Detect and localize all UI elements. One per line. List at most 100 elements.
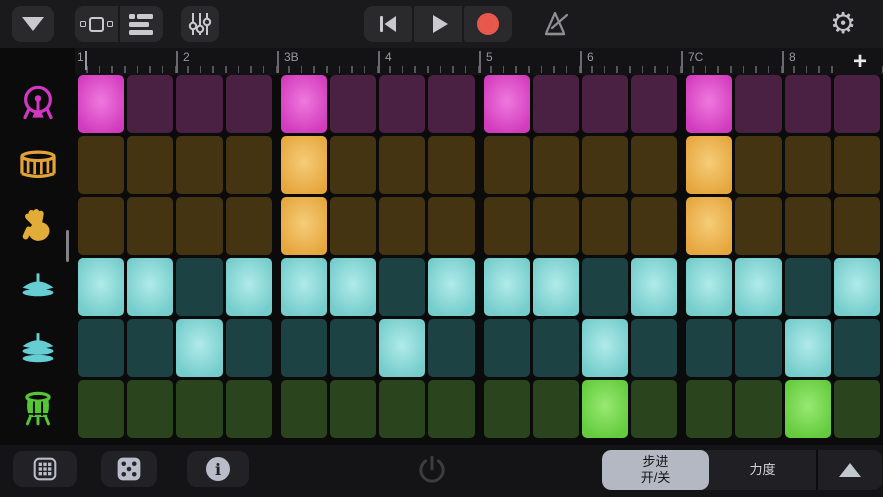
step-cell-kick-12[interactable] [631, 75, 677, 133]
step-cell-hihat-closed-7[interactable] [379, 258, 425, 316]
step-cell-conga-4[interactable] [226, 380, 272, 438]
keypad-button[interactable] [13, 451, 77, 487]
step-cell-clap-16[interactable] [834, 197, 880, 255]
step-cell-conga-13[interactable] [686, 380, 732, 438]
step-cell-clap-6[interactable] [330, 197, 376, 255]
step-cell-snare-15[interactable] [785, 136, 831, 194]
step-cell-snare-16[interactable] [834, 136, 880, 194]
step-cell-conga-6[interactable] [330, 380, 376, 438]
step-cell-clap-3[interactable] [176, 197, 222, 255]
instrument-kick[interactable] [0, 75, 75, 133]
step-cell-snare-3[interactable] [176, 136, 222, 194]
info-button[interactable]: i [187, 451, 249, 487]
step-cell-kick-5[interactable] [281, 75, 327, 133]
step-cell-hihat-closed-10[interactable] [533, 258, 579, 316]
step-cell-clap-8[interactable] [428, 197, 474, 255]
step-cell-hihat-open-1[interactable] [78, 319, 124, 377]
step-cell-conga-11[interactable] [582, 380, 628, 438]
instrument-conga[interactable] [0, 380, 75, 438]
step-cell-snare-11[interactable] [582, 136, 628, 194]
step-cell-hihat-closed-12[interactable] [631, 258, 677, 316]
randomize-button[interactable] [101, 451, 157, 487]
step-cell-clap-9[interactable] [484, 197, 530, 255]
step-cell-hihat-closed-4[interactable] [226, 258, 272, 316]
step-cell-snare-14[interactable] [735, 136, 781, 194]
step-cell-snare-7[interactable] [379, 136, 425, 194]
step-cell-hihat-open-6[interactable] [330, 319, 376, 377]
step-cell-conga-12[interactable] [631, 380, 677, 438]
instrument-hihat-closed[interactable] [0, 258, 75, 316]
metronome-button[interactable] [540, 8, 576, 40]
step-cell-snare-12[interactable] [631, 136, 677, 194]
step-cell-clap-13[interactable] [686, 197, 732, 255]
step-cell-clap-11[interactable] [582, 197, 628, 255]
live-loops-view-button[interactable] [75, 6, 118, 42]
step-cell-snare-8[interactable] [428, 136, 474, 194]
step-cell-hihat-closed-16[interactable] [834, 258, 880, 316]
step-cell-conga-16[interactable] [834, 380, 880, 438]
step-cell-hihat-closed-3[interactable] [176, 258, 222, 316]
add-bars-button[interactable]: + [843, 48, 877, 75]
step-cell-clap-14[interactable] [735, 197, 781, 255]
step-cell-snare-4[interactable] [226, 136, 272, 194]
step-cell-hihat-closed-14[interactable] [735, 258, 781, 316]
step-cell-hihat-closed-9[interactable] [484, 258, 530, 316]
step-cell-hihat-open-4[interactable] [226, 319, 272, 377]
step-cell-hihat-closed-11[interactable] [582, 258, 628, 316]
step-cell-kick-15[interactable] [785, 75, 831, 133]
step-cell-conga-14[interactable] [735, 380, 781, 438]
settings-button[interactable]: ⚙ [825, 8, 861, 40]
step-cell-snare-2[interactable] [127, 136, 173, 194]
step-cell-clap-15[interactable] [785, 197, 831, 255]
step-cell-hihat-open-12[interactable] [631, 319, 677, 377]
step-cell-hihat-open-2[interactable] [127, 319, 173, 377]
step-cell-clap-1[interactable] [78, 197, 124, 255]
step-cell-kick-7[interactable] [379, 75, 425, 133]
step-cell-hihat-closed-1[interactable] [78, 258, 124, 316]
step-cell-conga-9[interactable] [484, 380, 530, 438]
step-cell-clap-7[interactable] [379, 197, 425, 255]
step-cell-hihat-open-10[interactable] [533, 319, 579, 377]
step-cell-conga-8[interactable] [428, 380, 474, 438]
step-cell-kick-4[interactable] [226, 75, 272, 133]
step-cell-conga-15[interactable] [785, 380, 831, 438]
step-cell-hihat-closed-6[interactable] [330, 258, 376, 316]
segment-velocity[interactable]: 力度 [709, 450, 816, 490]
step-cell-clap-12[interactable] [631, 197, 677, 255]
step-cell-snare-5[interactable] [281, 136, 327, 194]
rewind-button[interactable] [364, 6, 412, 42]
instrument-snare[interactable] [0, 136, 75, 194]
step-cell-kick-1[interactable] [78, 75, 124, 133]
instrument-clap[interactable] [0, 197, 75, 255]
power-button[interactable] [398, 451, 466, 491]
song-sections-button[interactable] [12, 6, 54, 42]
timeline-ruler[interactable]: 123B4567C8 + [75, 48, 883, 75]
step-cell-hihat-closed-2[interactable] [127, 258, 173, 316]
step-cell-kick-9[interactable] [484, 75, 530, 133]
step-cell-snare-6[interactable] [330, 136, 376, 194]
step-cell-hihat-open-5[interactable] [281, 319, 327, 377]
step-cell-kick-3[interactable] [176, 75, 222, 133]
step-cell-conga-3[interactable] [176, 380, 222, 438]
step-cell-hihat-open-7[interactable] [379, 319, 425, 377]
step-cell-kick-16[interactable] [834, 75, 880, 133]
step-cell-hihat-open-14[interactable] [735, 319, 781, 377]
step-cell-clap-10[interactable] [533, 197, 579, 255]
step-cell-hihat-open-9[interactable] [484, 319, 530, 377]
step-cell-conga-1[interactable] [78, 380, 124, 438]
step-cell-hihat-closed-13[interactable] [686, 258, 732, 316]
track-controls-button[interactable] [181, 6, 219, 42]
step-cell-hihat-open-13[interactable] [686, 319, 732, 377]
step-cell-hihat-closed-5[interactable] [281, 258, 327, 316]
segment-step-on-off[interactable]: 步进开/关 [602, 450, 709, 490]
collapse-button[interactable] [818, 450, 882, 490]
step-cell-snare-9[interactable] [484, 136, 530, 194]
record-button[interactable] [464, 6, 512, 42]
step-cell-conga-2[interactable] [127, 380, 173, 438]
step-cell-clap-4[interactable] [226, 197, 272, 255]
step-cell-snare-13[interactable] [686, 136, 732, 194]
tracks-view-button[interactable] [120, 6, 163, 42]
step-cell-snare-10[interactable] [533, 136, 579, 194]
step-cell-hihat-open-3[interactable] [176, 319, 222, 377]
step-cell-hihat-closed-8[interactable] [428, 258, 474, 316]
